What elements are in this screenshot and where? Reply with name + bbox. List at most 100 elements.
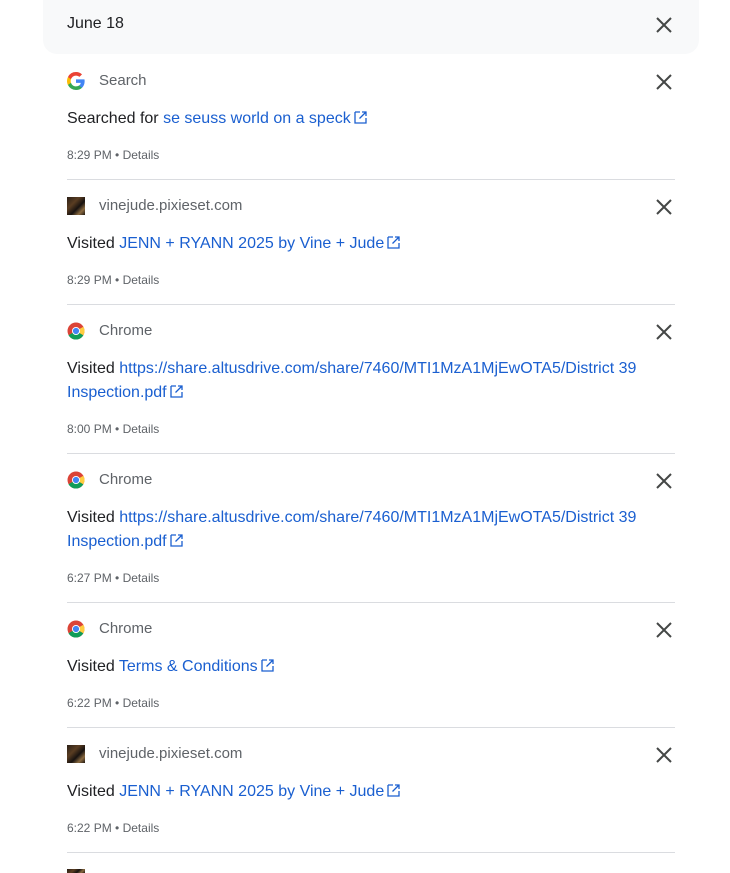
entry-action: Visited JENN + RYANN 2025 by Vine + Jude [67, 780, 677, 804]
entry-action: Visited JENN + RYANN 2025 by Vine + Jude [67, 232, 677, 256]
entry-meta: 6:27 PM • Details [67, 571, 159, 585]
close-icon [656, 324, 672, 340]
delete-day-button[interactable] [653, 14, 675, 36]
entry-source-name: Chrome [99, 620, 153, 637]
entry-link[interactable]: https://share.altusdrive.com/share/7460/… [67, 360, 636, 401]
entry-divider [67, 179, 675, 180]
entry-verb: Searched for [67, 110, 164, 127]
date-title: June 18 [67, 15, 124, 32]
entry-link[interactable]: se seuss world on a speck [163, 110, 367, 127]
site-favicon-icon [67, 197, 85, 215]
entry-source-name: vinejude.pixieset.com [99, 745, 243, 762]
meta-separator: • [115, 273, 120, 287]
meta-separator: • [115, 571, 120, 585]
entry-meta: 8:29 PM • Details [67, 273, 159, 287]
delete-entry-button[interactable] [653, 71, 675, 93]
delete-entry-button[interactable] [653, 619, 675, 641]
entry-link-text: Terms & Conditions [118, 658, 258, 675]
entry-source-name: Chrome [99, 322, 153, 339]
entry-link-text: https://share.altusdrive.com/share/7460/… [67, 360, 637, 401]
entry-source-name: Chrome [99, 471, 153, 488]
details-link[interactable]: Details [123, 571, 160, 585]
entry-divider [67, 453, 675, 454]
details-link[interactable]: Details [123, 422, 160, 436]
open-in-new-icon [387, 236, 400, 249]
site-favicon-icon [67, 745, 85, 763]
entry-divider [67, 602, 675, 603]
entry-time: 6:22 PM [67, 821, 112, 835]
date-header: June 18 [43, 0, 699, 54]
entry-verb: Visited [67, 360, 120, 377]
entry-time: 6:22 PM [67, 696, 112, 710]
entry-source-row: Chrome [67, 619, 675, 639]
history-entry: Chrome Visited https://share.altusdrive.… [67, 321, 675, 446]
entry-source-row: vinejude.pixieset.com [67, 744, 675, 764]
entry-meta: 6:22 PM • Details [67, 821, 159, 835]
close-icon [656, 747, 672, 763]
history-entry: Chrome Visited https://share.altusdrive.… [67, 470, 675, 595]
entry-time: 8:29 PM [67, 273, 112, 287]
meta-separator: • [115, 422, 120, 436]
entry-time: 8:00 PM [67, 422, 112, 436]
entry-source-name: Search [99, 72, 147, 89]
history-entry: Chrome Visited Terms & Conditions 6:22 P… [67, 619, 675, 719]
close-icon [656, 17, 672, 33]
entry-link[interactable]: JENN + RYANN 2025 by Vine + Jude [119, 235, 400, 252]
history-entry: vinejude.pixieset.com Visited JENN + RYA… [67, 744, 675, 844]
entry-verb: Visited [67, 658, 119, 675]
entry-verb: Visited [67, 235, 120, 252]
details-link[interactable]: Details [123, 696, 160, 710]
delete-entry-button[interactable] [653, 196, 675, 218]
close-icon [656, 473, 672, 489]
meta-separator: • [115, 696, 120, 710]
entry-source-row: Chrome [67, 470, 675, 490]
entry-time: 8:29 PM [67, 148, 112, 162]
google-icon [67, 72, 85, 90]
close-icon [656, 199, 672, 215]
meta-separator: • [115, 148, 120, 162]
site-favicon-icon [67, 869, 85, 873]
entry-verb: Visited [67, 783, 120, 800]
entry-link[interactable]: JENN + RYANN 2025 by Vine + Jude [119, 783, 400, 800]
entry-link[interactable]: Terms & Conditions [119, 658, 274, 675]
delete-entry-button[interactable] [653, 744, 675, 766]
entry-link[interactable]: https://share.altusdrive.com/share/7460/… [67, 509, 636, 550]
entry-source-row: Search [67, 71, 675, 91]
close-icon [656, 622, 672, 638]
entry-source-row: Chrome [67, 321, 675, 341]
chrome-icon [67, 620, 85, 638]
open-in-new-icon [169, 385, 183, 398]
open-in-new-icon [169, 534, 183, 547]
entry-divider [67, 852, 675, 853]
entry-divider [67, 727, 675, 728]
delete-entry-button[interactable] [653, 470, 675, 492]
entry-verb: Visited [67, 509, 120, 526]
history-entry: Search Searched for se seuss world on a … [67, 71, 675, 171]
entry-divider [67, 304, 675, 305]
entry-meta: 8:00 PM • Details [67, 422, 159, 436]
entry-meta: 6:22 PM • Details [67, 696, 159, 710]
entry-action: Visited https://share.altusdrive.com/sha… [67, 506, 677, 554]
delete-entry-button[interactable] [653, 321, 675, 343]
entry-link-text: JENN + RYANN 2025 by Vine + Jude [119, 783, 385, 800]
entry-action: Visited https://share.altusdrive.com/sha… [67, 357, 677, 405]
entry-source-row: vinejude.pixieset.com [67, 196, 675, 216]
entry-source-name: vinejude.pixieset.com [99, 197, 243, 214]
entry-link-text: https://share.altusdrive.com/share/7460/… [67, 509, 637, 550]
open-in-new-icon [387, 784, 400, 797]
entry-link-text: se seuss world on a speck [163, 110, 351, 127]
entry-link-text: JENN + RYANN 2025 by Vine + Jude [119, 235, 385, 252]
chrome-icon [67, 471, 85, 489]
meta-separator: • [115, 821, 120, 835]
open-in-new-icon [260, 659, 274, 672]
entry-action: Searched for se seuss world on a speck [67, 107, 677, 131]
details-link[interactable]: Details [123, 821, 160, 835]
details-link[interactable]: Details [123, 148, 160, 162]
chrome-icon [67, 322, 85, 340]
entry-action: Visited Terms & Conditions [67, 655, 677, 679]
entry-time: 6:27 PM [67, 571, 112, 585]
details-link[interactable]: Details [123, 273, 160, 287]
history-entry: vinejude.pixieset.com Visited JENN + RYA… [67, 196, 675, 296]
entry-meta: 8:29 PM • Details [67, 148, 159, 162]
open-in-new-icon [354, 111, 367, 124]
